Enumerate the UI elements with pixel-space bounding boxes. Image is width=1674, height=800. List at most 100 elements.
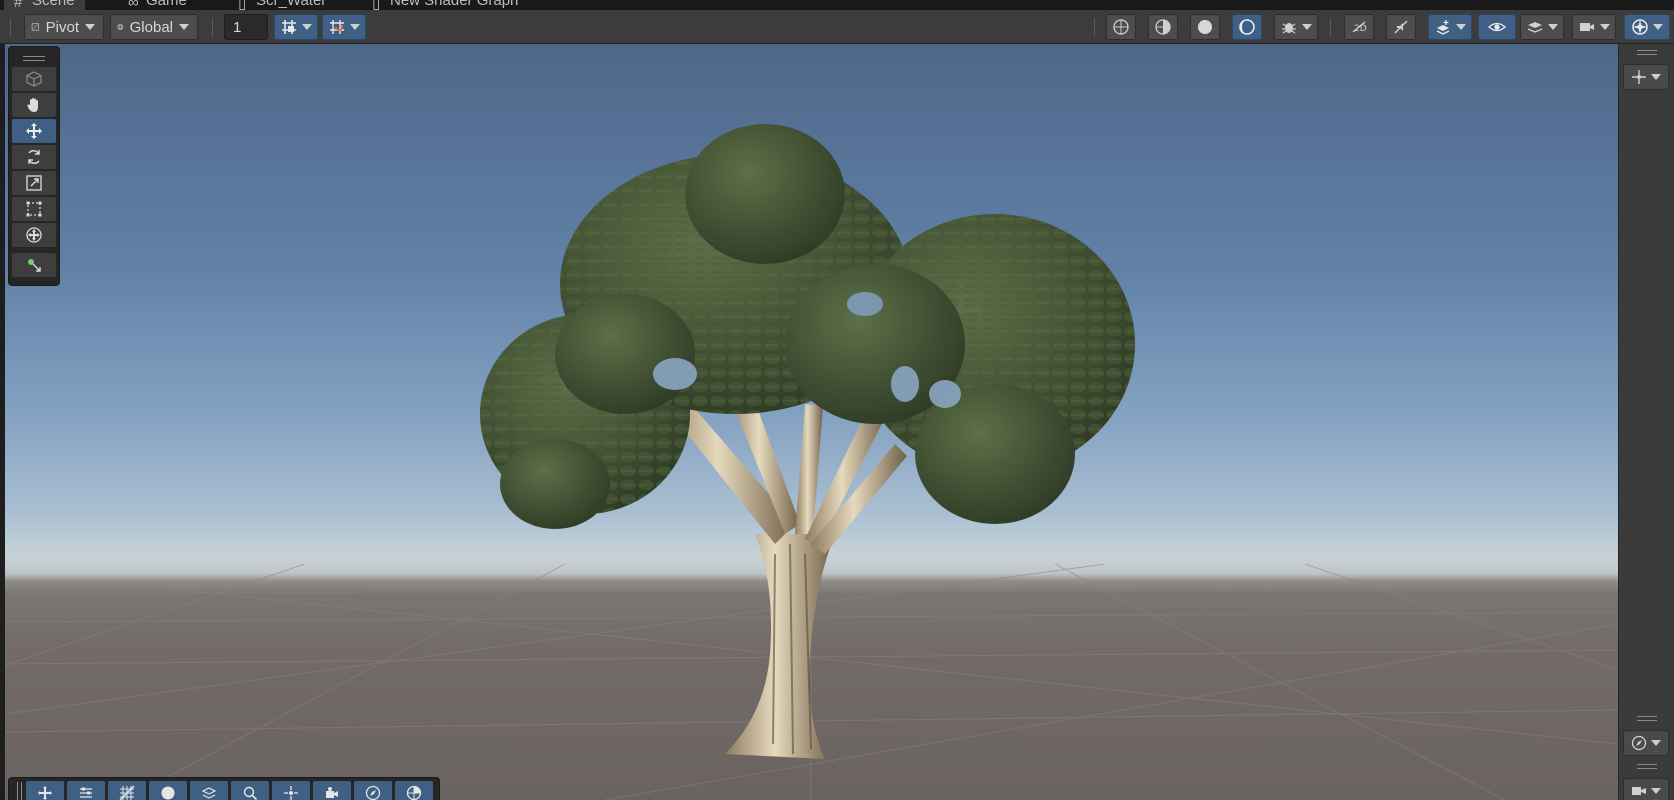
toolbar-separator bbox=[1330, 18, 1331, 36]
2d-toggle-icon: 2D bbox=[1352, 21, 1367, 34]
tool-settings-button[interactable] bbox=[67, 781, 105, 800]
visibility-icon bbox=[1488, 22, 1506, 32]
camera-bottom-button[interactable] bbox=[313, 781, 351, 800]
chevron-down-icon bbox=[85, 24, 95, 30]
gizmos-dropdown[interactable] bbox=[1624, 14, 1670, 40]
pivot-dropdown[interactable]: Pivot bbox=[24, 14, 104, 40]
lighting-button[interactable] bbox=[1232, 14, 1262, 40]
debug-draw-mode-icon bbox=[1282, 23, 1296, 34]
gizmos-icon bbox=[1632, 19, 1648, 35]
toolbar-separator bbox=[212, 18, 213, 36]
shaded-wireframe-button[interactable] bbox=[1148, 14, 1178, 40]
audio-toggle-button[interactable] bbox=[1386, 14, 1416, 40]
view-cube-button[interactable] bbox=[12, 67, 56, 91]
chevron-down-icon bbox=[1653, 24, 1663, 30]
chevron-down-icon bbox=[1600, 24, 1610, 30]
layers-dropdown[interactable] bbox=[1520, 14, 1564, 40]
hand-tool-button[interactable] bbox=[12, 93, 56, 117]
tab-game[interactable]: ∞ Game bbox=[118, 0, 197, 10]
game-icon: ∞ bbox=[128, 0, 139, 10]
scale-tool-icon bbox=[26, 175, 42, 191]
palette-grip[interactable] bbox=[12, 51, 56, 65]
2d-toggle-button[interactable]: 2D bbox=[1344, 14, 1374, 40]
overlay-grip[interactable] bbox=[1637, 716, 1657, 721]
shader-icon: ▯ bbox=[372, 0, 381, 10]
grid-size-field[interactable]: 1 bbox=[224, 14, 268, 40]
orientation-button[interactable] bbox=[354, 781, 392, 800]
pivot-point-button[interactable] bbox=[272, 781, 310, 800]
grid-button[interactable] bbox=[108, 781, 146, 800]
orientation-overlay-button[interactable] bbox=[1623, 64, 1669, 90]
shaded-button[interactable] bbox=[1190, 14, 1220, 40]
custom-tool-icon bbox=[28, 259, 41, 272]
lighting-icon bbox=[1239, 19, 1255, 35]
search-icon bbox=[243, 786, 258, 800]
sphere-icon bbox=[161, 786, 175, 800]
chevron-down-icon bbox=[1651, 74, 1661, 80]
transform-tool-button[interactable] bbox=[12, 223, 56, 247]
tab-new-shader-graph[interactable]: ▯ New Shader Graph bbox=[362, 0, 528, 10]
grid-icon bbox=[119, 785, 135, 800]
rotate-tool-button[interactable] bbox=[12, 145, 56, 169]
scene-toolbar: Pivot Global 1 2D bbox=[0, 10, 1674, 44]
search-button[interactable] bbox=[231, 781, 269, 800]
script-icon: ▯ bbox=[238, 0, 247, 10]
tool-palette bbox=[8, 46, 60, 286]
camera-orbit-button[interactable] bbox=[1623, 730, 1669, 756]
layers-icon bbox=[1527, 22, 1543, 33]
move-tool-icon bbox=[26, 123, 42, 139]
camera-icon bbox=[1632, 787, 1646, 795]
layers-toggle-icon bbox=[201, 787, 217, 799]
layers-toggle-button[interactable] bbox=[190, 781, 228, 800]
shaded-icon bbox=[1198, 20, 1212, 34]
chevron-down-icon bbox=[1651, 740, 1661, 746]
grid-snap-button[interactable] bbox=[274, 14, 318, 40]
scene-viewport[interactable] bbox=[5, 44, 1618, 800]
scale-tool-button[interactable] bbox=[12, 171, 56, 195]
effects-dropdown[interactable] bbox=[1428, 14, 1472, 40]
move-tool-button[interactable] bbox=[12, 119, 56, 143]
visibility-button[interactable] bbox=[1478, 14, 1516, 40]
overlay-grip[interactable] bbox=[1637, 50, 1657, 55]
rotate-tool-icon bbox=[28, 150, 40, 164]
chevron-down-icon bbox=[1302, 24, 1312, 30]
svg-text:2D: 2D bbox=[1354, 24, 1367, 34]
custom-tool-button[interactable] bbox=[12, 253, 56, 277]
compass-icon bbox=[1631, 735, 1647, 751]
increment-snap-button[interactable] bbox=[322, 14, 366, 40]
rect-tool-icon bbox=[26, 201, 42, 217]
chevron-down-icon bbox=[179, 24, 189, 30]
camera-icon bbox=[1580, 23, 1594, 31]
rect-tool-button[interactable] bbox=[12, 197, 56, 221]
scene-icon: # bbox=[14, 0, 23, 10]
globe-icon bbox=[117, 24, 124, 30]
bottom-overlay-toolbar bbox=[8, 777, 440, 800]
camera-icon bbox=[326, 787, 338, 798]
wireframe-shading-icon bbox=[1113, 19, 1129, 35]
global-dropdown[interactable]: Global bbox=[110, 14, 198, 40]
scene-tabs: # Scene ∞ Game ▯ Scr_Water ▯ New Shader … bbox=[0, 0, 1674, 10]
tree-model[interactable] bbox=[475, 114, 1155, 774]
chevron-down-icon bbox=[302, 24, 312, 30]
orientation-icon bbox=[365, 785, 381, 800]
orientation-gizmo-icon bbox=[1632, 70, 1646, 84]
move-handle-button[interactable] bbox=[26, 781, 64, 800]
sphere-grid-button[interactable] bbox=[395, 781, 433, 800]
tab-scene[interactable]: # Scene bbox=[4, 0, 85, 10]
toolbar-separator bbox=[10, 18, 11, 36]
chevron-down-icon bbox=[350, 24, 360, 30]
sphere-grid-icon bbox=[406, 785, 422, 800]
overlay-grip[interactable] bbox=[15, 781, 23, 800]
camera-dropdown[interactable] bbox=[1572, 14, 1616, 40]
overlay-grip[interactable] bbox=[1637, 764, 1657, 769]
wireframe-shading-button[interactable] bbox=[1106, 14, 1136, 40]
camera-overlay-button[interactable] bbox=[1623, 778, 1669, 800]
tab-scr-water[interactable]: ▯ Scr_Water bbox=[228, 0, 336, 10]
view-cube-icon bbox=[26, 71, 42, 87]
overlay-strip-right bbox=[1618, 44, 1674, 800]
sphere-button[interactable] bbox=[149, 781, 187, 800]
chevron-down-icon bbox=[1548, 24, 1558, 30]
debug-draw-mode-dropdown[interactable] bbox=[1274, 14, 1318, 40]
grid-snap-icon bbox=[282, 20, 296, 34]
pivot-icon bbox=[284, 786, 298, 800]
